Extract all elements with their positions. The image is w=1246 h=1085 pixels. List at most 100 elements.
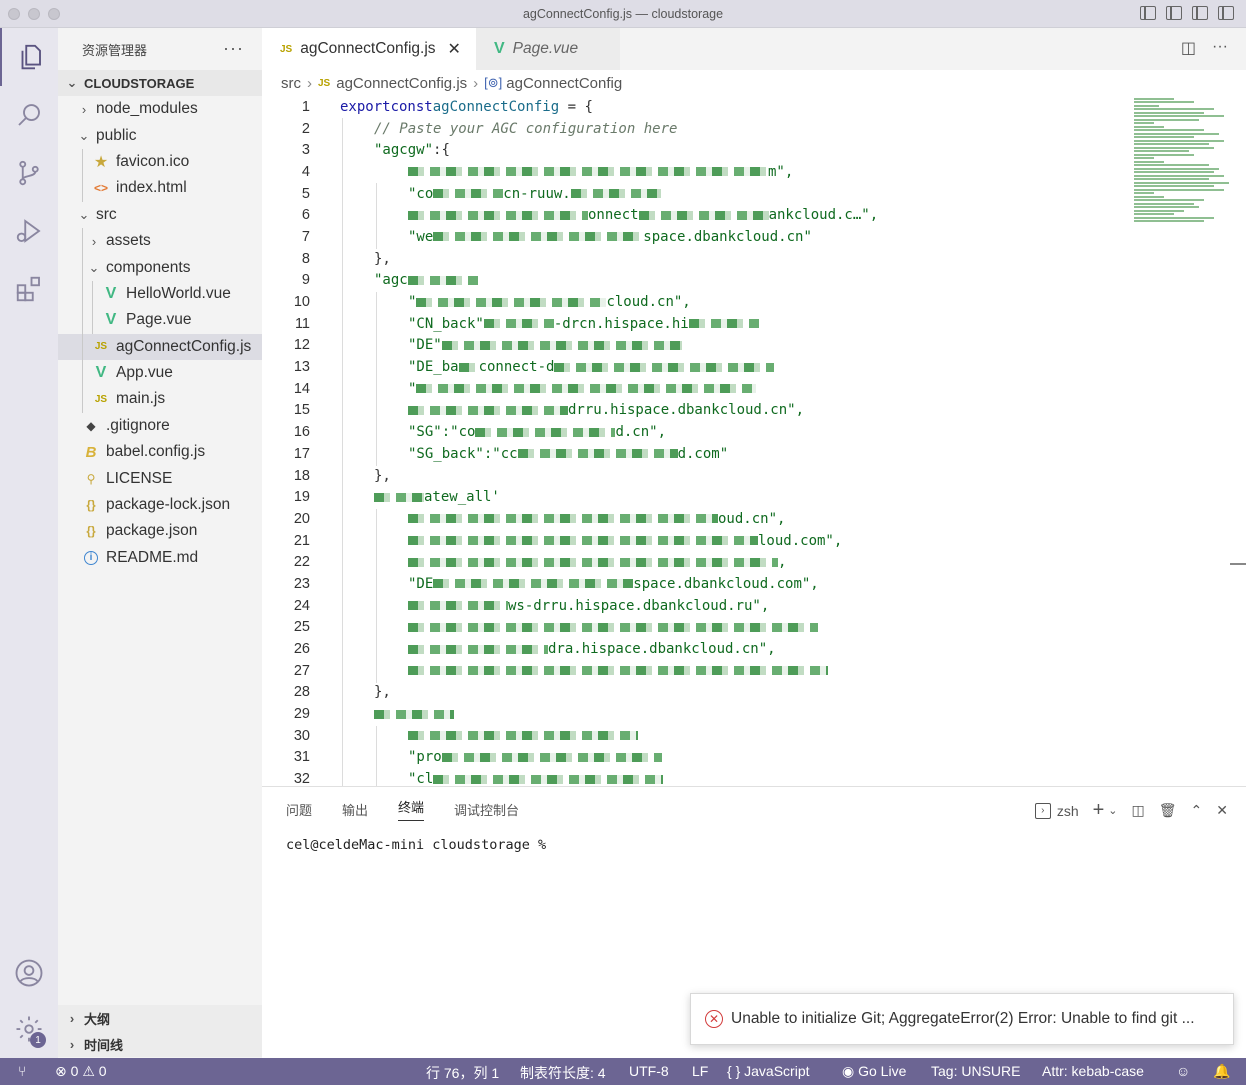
file-tree-item[interactable]: V HelloWorld.vue [58,280,262,308]
close-icon[interactable]: ✕ [1216,802,1228,819]
more-actions-icon[interactable]: ··· [223,38,244,59]
code-line[interactable]: 15 drru.hispace.dbankcloud.cn", [262,400,1122,422]
git-error-notification[interactable]: ✕ Unable to initialize Git; AggregateErr… [690,993,1234,1045]
timeline-section[interactable]: › 时间线 [58,1031,262,1057]
code-line[interactable]: 12 "DE" [262,335,1122,357]
go-live-button[interactable]: ◉ Go Live [842,1063,906,1080]
file-tree-item[interactable]: V Page.vue [58,307,262,334]
file-tree-item[interactable]: ★ favicon.ico [58,148,262,176]
toggle-secondary-sidebar-icon[interactable] [1192,6,1208,20]
workspace-section[interactable]: ⌄ CLOUDSTORAGE [58,70,262,96]
code-line[interactable]: 28}, [262,682,1122,704]
minimap[interactable] [1134,96,1246,256]
file-tree-item[interactable]: {} package-lock.json [58,492,262,518]
code-line[interactable]: 30 [262,725,1122,747]
file-tree-item[interactable]: ⚲ LICENSE [58,465,262,491]
language-mode[interactable]: { } JavaScript [727,1063,810,1079]
outline-section[interactable]: › 大纲 [58,1005,262,1031]
breadcrumb-symbol[interactable]: agConnectConfig [506,75,622,92]
new-terminal-icon[interactable]: + [1093,799,1105,822]
source-control-icon[interactable] [0,144,58,202]
account-icon[interactable] [0,944,58,1002]
terminal[interactable]: cel@celdeMac-mini cloudstorage % [262,831,1246,853]
file-tree-item[interactable]: ⌄ src [58,202,262,228]
file-tree-item[interactable]: V App.vue [58,359,262,387]
end-of-line[interactable]: LF [692,1063,708,1079]
code-line[interactable]: 21 loud.com", [262,530,1122,552]
code-line[interactable]: 23 "DE space.dbankcloud.com", [262,573,1122,595]
code-line[interactable]: 27 [262,660,1122,682]
tab-size[interactable]: 制表符长度: 4 [520,1063,606,1083]
file-tree-item[interactable]: ◆ .gitignore [58,413,262,439]
tab-page-vue[interactable]: V Page.vue [476,28,620,70]
file-tree-item[interactable]: ⌄ components [58,254,262,281]
feedback-icon[interactable]: ☺ [1176,1063,1190,1079]
code-line[interactable]: 22, [262,551,1122,573]
tab-debug-console[interactable]: 调试控制台 [454,800,519,819]
encoding[interactable]: UTF-8 [629,1063,669,1079]
tab-problems[interactable]: 问题 [286,800,312,819]
chevron-up-icon[interactable]: ⌃ [1191,802,1203,819]
file-tree-item[interactable]: Bbabel.config.js [58,439,262,465]
toggle-panel-icon[interactable] [1166,6,1182,20]
code-line[interactable]: 10 " cloud.cn", [262,291,1122,313]
scrollbar-marker[interactable] [1230,563,1246,565]
code-line[interactable]: 16 "SG":"co d.cn", [262,421,1122,443]
file-tree-item[interactable]: {} package.json [58,518,262,544]
cursor-position[interactable]: 行 76，列 1 [426,1063,499,1083]
attr-case[interactable]: Attr: kebab-case [1042,1063,1144,1079]
split-terminal-icon[interactable]: ◫ [1132,802,1145,819]
code-line[interactable]: 19 atew_all' [262,486,1122,508]
tag-case[interactable]: Tag: UNSURE [931,1063,1020,1079]
file-tree-item[interactable]: JS main.js [58,386,262,413]
code-line[interactable]: 2 // Paste your AGC configuration here [262,118,1122,140]
code-line[interactable]: 4 m", [262,161,1122,183]
code-line[interactable]: 9 "agc [262,270,1122,292]
breadcrumb-file[interactable]: agConnectConfig.js [336,75,467,92]
toggle-sidebar-icon[interactable] [1140,6,1156,20]
code-line[interactable]: 11 "CN_back" -drcn.hispace.hi [262,313,1122,335]
code-editor[interactable]: src › JS agConnectConfig.js › [⊚] agConn… [262,70,1246,786]
code-line[interactable]: 24 ws-drru.hispace.dbankcloud.ru", [262,595,1122,617]
tab-agconnectconfig[interactable]: JS agConnectConfig.js ✕ [262,28,476,70]
code-line[interactable]: 7 "we space.dbankcloud.cn" [262,226,1122,248]
code-line[interactable]: 26 dra.hispace.dbankcloud.cn", [262,638,1122,660]
code-line[interactable]: 6 onnect ankcloud.c…", [262,204,1122,226]
code-line[interactable]: 13 "DE_ba connect-d [262,356,1122,378]
code-line[interactable]: 18}, [262,465,1122,487]
customize-layout-icon[interactable] [1218,6,1234,20]
file-tree-item[interactable]: › node_modules [58,96,262,122]
extensions-icon[interactable] [0,260,58,318]
split-editor-icon[interactable]: ◫ [1181,38,1196,58]
close-icon[interactable]: ✕ [448,39,461,59]
notifications-icon[interactable]: 🔔 [1213,1063,1230,1080]
chevron-down-icon[interactable]: ⌄ [1108,804,1117,817]
breadcrumb-src[interactable]: src [281,75,301,92]
problems-status[interactable]: ⊗ 0 ⚠ 0 [55,1063,107,1080]
tab-terminal[interactable]: 终端 [398,797,425,821]
run-debug-icon[interactable] [0,202,58,260]
code-line[interactable]: 17 "SG_back":"cc d.com" [262,443,1122,465]
code-line[interactable]: 25 [262,617,1122,639]
file-tree-item[interactable]: <> index.html [58,175,262,202]
search-icon[interactable] [0,86,58,144]
explorer-icon[interactable] [0,28,58,86]
file-tree-item[interactable]: i README.md [58,545,262,571]
more-actions-icon[interactable]: ··· [1212,38,1228,58]
settings-icon[interactable]: 1 [0,1000,58,1058]
terminal-shell-selector[interactable]: › zsh [1034,802,1079,819]
trash-icon[interactable]: 🗑 [1159,802,1177,819]
file-tree-item[interactable]: JS agConnectConfig.js [58,333,262,360]
remote-icon[interactable]: ⑂ [18,1063,26,1079]
code-line[interactable]: 3 "agcgw":{ [262,139,1122,161]
code-line[interactable]: 32 "cl [262,768,1122,786]
file-tree-item[interactable]: ⌄ public [58,122,262,148]
code-line[interactable]: 20 oud.cn", [262,508,1122,530]
code-line[interactable]: 1 export const agConnectConfig = { [262,96,1122,118]
code-line[interactable]: 31 "pro [262,747,1122,769]
code-line[interactable]: 8}, [262,248,1122,270]
code-line[interactable]: 14 " [262,378,1122,400]
code-line[interactable]: 5 "co cn-ruuw. [262,183,1122,205]
code-line[interactable]: 29 [262,703,1122,725]
tab-output[interactable]: 输出 [342,800,368,819]
